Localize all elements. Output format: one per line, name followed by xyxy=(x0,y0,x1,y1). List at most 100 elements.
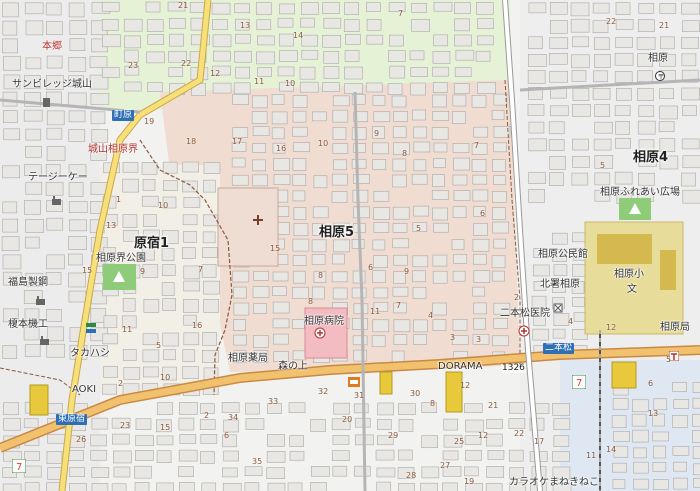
building xyxy=(528,54,547,67)
building xyxy=(594,104,610,117)
building xyxy=(332,435,350,445)
building xyxy=(393,111,408,122)
building xyxy=(372,270,386,284)
building xyxy=(201,482,217,491)
building xyxy=(322,34,341,48)
building xyxy=(251,111,268,124)
factory-icon xyxy=(40,330,49,345)
building xyxy=(673,477,688,490)
building xyxy=(377,402,394,416)
building xyxy=(102,333,119,345)
building xyxy=(471,94,487,108)
building xyxy=(266,467,285,479)
building xyxy=(393,319,411,333)
building xyxy=(273,333,289,345)
building xyxy=(272,271,289,282)
building xyxy=(637,70,653,83)
building xyxy=(682,20,700,33)
building xyxy=(421,466,440,479)
building xyxy=(453,157,470,171)
building xyxy=(631,413,647,427)
poi-label: 相原界公園 xyxy=(96,253,146,264)
road-number: 1326 xyxy=(501,363,526,373)
building xyxy=(472,286,485,297)
building xyxy=(373,207,391,220)
building xyxy=(147,34,165,45)
map-view[interactable]: 7 7 〒 相原5 原宿1 相原4 サンビレッジ城山 テージーケー 福島製鋼 榎本機工 タカハ… xyxy=(0,0,700,491)
block-number: 3 xyxy=(476,335,482,344)
building xyxy=(392,286,409,297)
building xyxy=(292,270,306,284)
building xyxy=(432,51,451,64)
block-number: 12 xyxy=(460,381,471,390)
building xyxy=(277,66,295,77)
building xyxy=(372,142,389,155)
building xyxy=(572,156,590,168)
building xyxy=(432,111,450,121)
poi-label: 北署相原 xyxy=(540,279,580,290)
building xyxy=(431,190,449,200)
building xyxy=(572,297,585,307)
building xyxy=(473,317,486,330)
building xyxy=(223,450,239,462)
block-number: 14 xyxy=(293,31,304,40)
building xyxy=(266,451,286,463)
building xyxy=(113,466,131,478)
building xyxy=(528,36,543,50)
building xyxy=(527,70,546,84)
building xyxy=(202,247,218,258)
building xyxy=(410,67,429,77)
building xyxy=(146,19,164,32)
building xyxy=(103,315,118,329)
building xyxy=(472,189,489,202)
building xyxy=(366,34,384,45)
building xyxy=(331,173,348,186)
building xyxy=(389,65,406,79)
block-number: 12 xyxy=(210,69,221,78)
school-building-2 xyxy=(660,250,676,290)
building xyxy=(252,126,270,136)
building xyxy=(233,286,247,299)
poi-label: 相原小 xyxy=(614,269,644,280)
building xyxy=(292,95,308,108)
building xyxy=(473,270,491,283)
building xyxy=(389,34,404,47)
building xyxy=(373,222,390,233)
building xyxy=(452,174,468,186)
building xyxy=(25,128,42,141)
building xyxy=(681,37,699,49)
svg-text:7: 7 xyxy=(16,462,22,473)
building xyxy=(352,335,368,346)
block-number: 12 xyxy=(478,431,489,440)
building xyxy=(475,50,491,62)
block-number: 12 xyxy=(606,323,617,332)
poi-label: テージーケー xyxy=(28,172,88,183)
building xyxy=(292,126,308,137)
building xyxy=(352,270,366,284)
building xyxy=(372,239,386,251)
building xyxy=(68,110,86,123)
building xyxy=(122,178,139,193)
building xyxy=(331,271,348,283)
building xyxy=(493,93,508,106)
building xyxy=(24,451,40,461)
building xyxy=(244,482,260,491)
building xyxy=(475,2,494,15)
block-number: 34 xyxy=(228,413,239,422)
building xyxy=(452,94,467,107)
building xyxy=(3,402,19,416)
building xyxy=(593,70,608,83)
building xyxy=(232,94,249,105)
building xyxy=(203,179,216,193)
building xyxy=(68,182,84,197)
area-label: 相原4 xyxy=(633,150,669,165)
block-number: 23 xyxy=(120,421,131,430)
building xyxy=(2,218,18,233)
building xyxy=(373,287,389,299)
building xyxy=(365,82,383,93)
building xyxy=(372,159,387,170)
block-number: 4 xyxy=(428,311,434,320)
building xyxy=(398,419,414,432)
building xyxy=(681,2,700,15)
store-block-east xyxy=(611,361,637,389)
